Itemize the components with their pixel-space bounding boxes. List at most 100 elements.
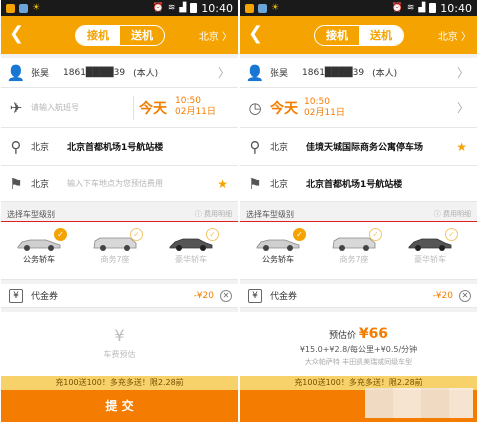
city-selector[interactable]: 北京 〉 [199,28,232,43]
estimate-value: ¥66 [358,326,389,342]
star-icon[interactable]: ★ [217,177,228,191]
check-icon: ✓ [130,228,143,241]
car-option-luxury[interactable]: 豪华轿车 ✓ [155,228,227,276]
flag-icon: ⚑ [9,174,23,193]
passenger-row[interactable]: 👤 张昊 1861████39 (本人) 〉 [240,58,477,88]
yen-icon: ¥ [114,326,125,345]
tab-dropoff[interactable]: 送机 [359,26,403,45]
remove-coupon-icon[interactable]: ✕ [220,289,232,302]
destination-city: 北京 [31,180,50,190]
battery-icon [429,3,437,13]
start-address: 北京首都机场1号航站楼 [67,143,164,153]
start-address: 佳境天城国际商务公寓停车场 [306,143,424,153]
coupon-icon: ¥ [248,288,262,303]
coupon-amount: -¥20 [193,290,214,301]
passenger-phone: 1861████39 [302,67,365,78]
tab-pickup[interactable]: 接机 [76,26,120,45]
car-label-mpv: 商务7座 [339,255,369,264]
car-option-luxury[interactable]: 豪华轿车 ✓ [394,228,466,276]
promo-banner[interactable]: 充100送100！多充多送！限2.28前 [1,376,238,390]
pickup-time: 10:50 [175,96,201,106]
divider [133,96,134,120]
status-bar: ☀ ⏰ ≋ ▟ 10:40 [1,0,238,16]
self-tag: (本人) [133,69,159,79]
fee-detail-link[interactable]: ⓘ 费用明细 [195,209,232,219]
destination-address: 北京首都机场1号航站楼 [306,180,403,190]
back-icon[interactable]: ❮ [248,23,263,45]
blurred-overlay [365,388,473,418]
chevron-right-icon: 〉 [217,66,230,80]
destination-row[interactable]: ⚑ 北京 北京首都机场1号航站楼 [240,166,477,202]
departure-time-row[interactable]: ◷ 今天 10:50 02月11日 〉 [240,88,477,128]
coupon-label: 代金券 [31,292,59,302]
destination-row[interactable]: ⚑ 北京 输入下车地点为您预估费用 ★ [1,166,238,202]
title-bar: ❮ 接机 送机 北京 〉 [240,16,477,54]
flight-time-row: ✈ 请输入航班号 今天 10:50 02月11日 [1,88,238,128]
destination-city: 北京 [270,180,289,190]
car-type-header: 选择车型级别 ⓘ 费用明细 [240,206,477,222]
status-bar: ☀ ⏰ ≋ ▟ 10:40 [240,0,477,16]
car-type-title: 选择车型级别 [246,209,294,219]
title-bar: ❮ 接机 送机 北京 〉 [1,16,238,54]
passenger-phone: 1861████39 [63,67,126,78]
car-option-sedan[interactable]: 公务轿车 ✓ [3,228,75,276]
day-label: 今天 [270,100,298,117]
car-option-mpv[interactable]: 商务7座 ✓ [318,228,390,276]
fare-estimate: ¥ 车费预估 [1,312,238,382]
start-location-row[interactable]: ⚲ 北京 佳境天城国际商务公寓停车场 ★ [240,128,477,166]
image-notification-icon [19,3,28,13]
start-location-row[interactable]: ⚲ 北京 北京首都机场1号航站楼 [1,128,238,166]
pickup-date: 02月11日 [175,107,216,117]
coupon-row[interactable]: ¥ 代金券 -¥20 ✕ [1,284,238,308]
image-notification-icon [258,3,267,13]
fare-note: 大众帕萨特 丰田凯美瑞或同级车型 [304,358,413,366]
tab-pickup[interactable]: 接机 [315,26,359,45]
submit-button[interactable]: 提 交 [1,390,238,422]
estimate-line: 预估价 ¥66 [240,312,477,342]
passenger-row[interactable]: 👤 张昊 1861████39 (本人) 〉 [1,58,238,88]
battery-icon [190,3,198,13]
signal-icon: ▟ [418,3,426,13]
chevron-right-icon: 〉 [456,66,469,80]
car-option-sedan[interactable]: 公务轿车 ✓ [242,228,314,276]
alarm-icon: ⏰ [152,3,164,13]
star-icon[interactable]: ★ [456,140,467,154]
estimate-label: 预估价 [328,331,356,341]
fee-detail-link[interactable]: ⓘ 费用明细 [434,209,471,219]
departure-time: 10:50 [304,96,330,107]
remove-coupon-icon[interactable]: ✕ [459,289,471,302]
start-city: 北京 [270,143,289,153]
wifi-icon: ≋ [167,3,176,13]
map-pin-icon: ⚲ [10,137,22,156]
city-selector[interactable]: 北京 〉 [438,28,471,43]
person-icon: 👤 [6,63,26,82]
flight-number-input[interactable]: 请输入航班号 [31,102,131,113]
day-label[interactable]: 今天 [139,98,167,118]
car-type-header: 选择车型级别 ⓘ 费用明细 [1,206,238,222]
departure-datetime: 10:50 02月11日 [304,97,345,119]
back-icon[interactable]: ❮ [9,23,24,45]
pickup-screen: ☀ ⏰ ≋ ▟ 10:40 ❮ 接机 送机 北京 〉 👤 张昊 1861████… [1,0,238,422]
fare-rule: ¥15.0+¥2.8/每公里+¥0.5/分钟 [299,345,418,354]
clock: 10:40 [201,1,233,15]
check-icon: ✓ [445,228,458,241]
passenger-name: 张昊 [270,69,289,79]
coupon-row[interactable]: ¥ 代金券 -¥20 ✕ [240,284,477,308]
passenger-name: 张昊 [31,69,50,79]
coupon-icon: ¥ [9,288,23,303]
car-option-mpv[interactable]: 商务7座 ✓ [79,228,151,276]
tab-dropoff[interactable]: 送机 [120,26,164,45]
coupon-amount: -¥20 [432,290,453,301]
departure-date: 02月11日 [304,107,345,118]
app-notification-icon [6,3,15,13]
sun-icon: ☀ [271,3,280,13]
flag-icon: ⚑ [248,174,262,193]
destination-input[interactable]: 输入下车地点为您预估费用 [67,178,163,189]
fare-estimate-placeholder: 车费预估 [103,350,136,359]
car-label-mpv: 商务7座 [100,255,130,264]
self-tag: (本人) [372,69,398,79]
check-icon: ✓ [54,228,67,241]
car-label-sedan: 公务轿车 [23,255,55,264]
fee-detail-label: 费用明细 [443,210,471,218]
pickup-datetime[interactable]: 10:50 02月11日 [175,96,216,118]
